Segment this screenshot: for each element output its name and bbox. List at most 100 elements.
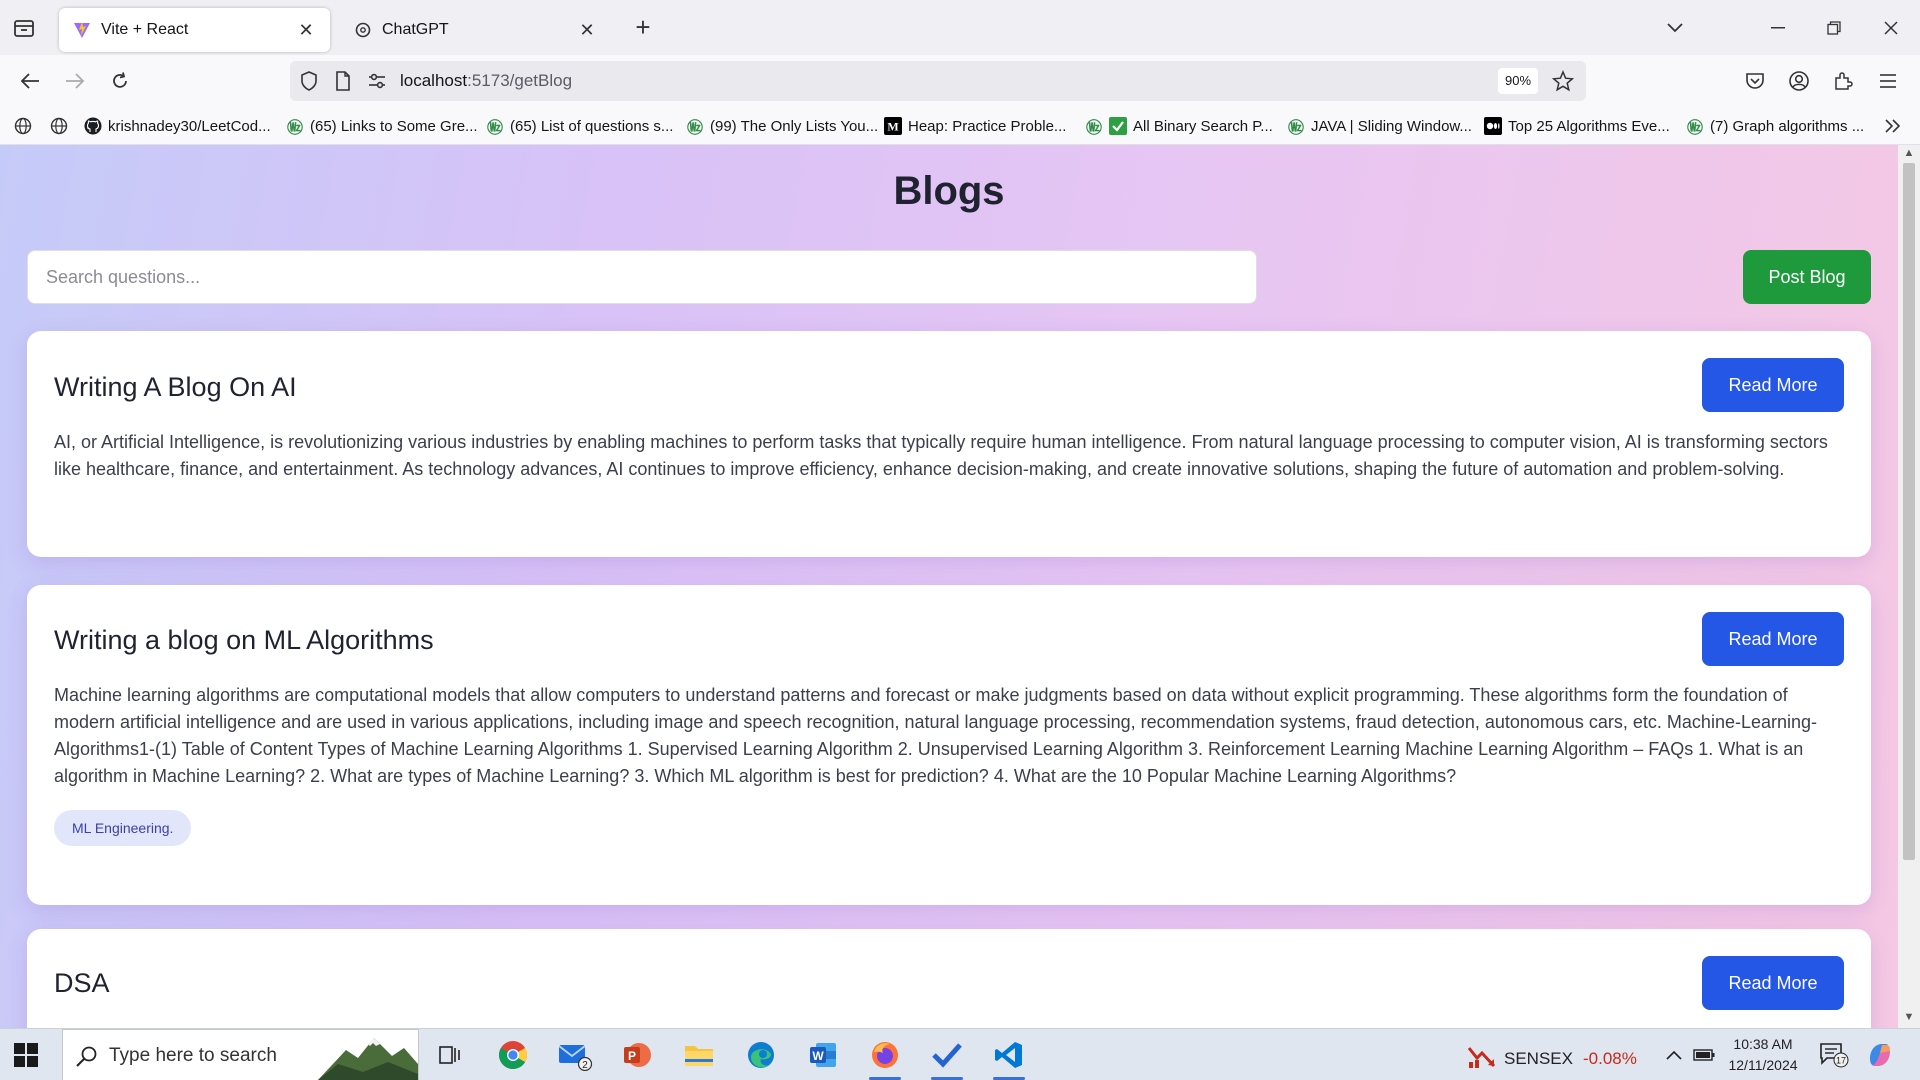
todo-checkmark-icon[interactable]: [927, 1035, 967, 1080]
chevron-down-icon[interactable]: [1660, 14, 1690, 42]
tab-title: Vite + React: [101, 21, 189, 38]
github-icon: [84, 117, 102, 135]
bookmarks-bar: krishnadey30/LeetCod... 🄮 (65) Links to …: [0, 107, 1920, 145]
read-more-button[interactable]: Read More: [1702, 358, 1844, 412]
post-blog-button[interactable]: Post Blog: [1743, 250, 1871, 304]
page-icon[interactable]: [332, 70, 354, 92]
gfg-icon: 🄮: [286, 120, 303, 137]
scroll-up-icon[interactable]: ▲: [1902, 147, 1916, 161]
bookmark-label: krishnadey30/LeetCod...: [108, 117, 271, 135]
tab-title: ChatGPT: [382, 21, 449, 38]
menu-icon[interactable]: [1875, 68, 1901, 94]
medium-icon: M: [884, 117, 902, 135]
vite-icon: [73, 21, 91, 39]
close-window-icon[interactable]: [1876, 14, 1906, 42]
scroll-down-icon[interactable]: ▼: [1902, 1011, 1916, 1025]
gfg-icon: 🄮: [486, 120, 503, 137]
notification-count: 17: [1836, 1056, 1846, 1066]
sensex-widget[interactable]: SENSEX -0.08%: [1467, 1044, 1637, 1073]
bookmark-label: Heap: Practice Proble...: [908, 117, 1067, 135]
bookmark-item[interactable]: 🄮 (65) Links to Some Gre...: [286, 115, 478, 138]
blog-card: Writing A Blog On AI Read More AI, or Ar…: [27, 331, 1871, 557]
extensions-icon[interactable]: [1830, 68, 1856, 94]
bookmark-label: All Binary Search P...: [1133, 117, 1273, 135]
tab-chatgpt[interactable]: ChatGPT ✕: [340, 8, 611, 52]
reload-icon[interactable]: [107, 68, 133, 94]
read-more-button[interactable]: Read More: [1702, 612, 1844, 666]
chevron-up-icon[interactable]: [1664, 1043, 1684, 1067]
vscode-icon[interactable]: [989, 1035, 1029, 1080]
bookmark-label: JAVA | Sliding Window...: [1311, 117, 1472, 135]
restore-icon[interactable]: [1819, 14, 1849, 42]
blog-tag: ML Engineering.: [54, 810, 192, 846]
back-icon[interactable]: [17, 68, 43, 94]
bookmark-item[interactable]: 🄮 JAVA | Sliding Window...: [1287, 115, 1472, 138]
close-tab-icon[interactable]: ✕: [296, 20, 316, 40]
bookmark-item[interactable]: Top 25 Algorithms Eve...: [1484, 115, 1670, 137]
copilot-icon[interactable]: [1864, 1043, 1896, 1067]
tab-vite-react[interactable]: Vite + React ✕: [59, 8, 330, 52]
chrome-icon[interactable]: [493, 1035, 533, 1075]
new-tab-button[interactable]: +: [630, 14, 656, 41]
stock-chart-icon: [1467, 1044, 1496, 1073]
bookmark-globe-1[interactable]: [14, 115, 38, 137]
taskbar-search-placeholder: Type here to search: [109, 1045, 277, 1066]
minimize-icon[interactable]: [1763, 14, 1793, 42]
edge-icon[interactable]: [741, 1035, 781, 1075]
svg-text:P: P: [628, 1049, 636, 1063]
blog-title: DSA: [54, 968, 110, 998]
forward-icon[interactable]: [62, 68, 88, 94]
tab-bar: Vite + React ✕ ChatGPT ✕ +: [0, 0, 1920, 55]
taskbar-search[interactable]: Type here to search: [62, 1029, 419, 1080]
mail-icon[interactable]: 2: [555, 1035, 595, 1075]
gfg-icon: 🄮: [1287, 120, 1304, 137]
taskbar: Type here to search 2 P W SENSEX -0.08%: [0, 1028, 1920, 1080]
bookmark-item[interactable]: 🄮 All Binary Search P...: [1085, 115, 1273, 137]
gfg-icon: 🄮: [1686, 120, 1703, 137]
sensex-value: -0.08%: [1582, 1048, 1637, 1068]
gfg-icon: 🄮: [1085, 120, 1102, 137]
svg-text:M: M: [887, 120, 898, 134]
bookmark-star-icon[interactable]: [1552, 70, 1574, 92]
mail-badge: 2: [582, 1060, 588, 1071]
system-clock[interactable]: 10:38 AM 12/11/2024: [1722, 1034, 1804, 1076]
read-more-button[interactable]: Read More: [1702, 956, 1844, 1010]
more-bookmarks-icon[interactable]: [1884, 115, 1902, 137]
zoom-level[interactable]: 90%: [1498, 68, 1539, 94]
blog-title: Writing a blog on ML Algorithms: [54, 625, 434, 655]
file-explorer-icon[interactable]: [679, 1035, 719, 1075]
firefox-icon[interactable]: [865, 1035, 905, 1080]
bookmark-item[interactable]: M Heap: Practice Proble...: [884, 115, 1066, 137]
blog-title: Writing A Blog On AI: [54, 372, 297, 402]
url-bar[interactable]: localhost:5173/getBlog 90%: [290, 61, 1586, 101]
bookmark-item[interactable]: 🄮 (65) List of questions s...: [486, 115, 673, 138]
shield-icon[interactable]: [298, 70, 320, 92]
notification-icon[interactable]: 17: [1818, 1043, 1850, 1068]
close-tab-icon[interactable]: ✕: [577, 20, 597, 40]
url-host: localhost: [400, 71, 468, 90]
site-permissions-icon[interactable]: [366, 70, 388, 92]
search-input[interactable]: [27, 250, 1257, 304]
search-icon: [75, 1044, 99, 1068]
bookmark-globe-2[interactable]: [50, 115, 74, 137]
scroll-thumb[interactable]: [1903, 163, 1915, 860]
url-text[interactable]: localhost:5173/getBlog: [400, 71, 572, 91]
globe-icon: [14, 117, 32, 135]
bookmark-item[interactable]: 🄮 (99) The Only Lists You...: [686, 115, 878, 138]
url-path: :5173/getBlog: [467, 71, 573, 90]
bookmark-item[interactable]: krishnadey30/LeetCod...: [84, 115, 271, 137]
bookmark-label: Top 25 Algorithms Eve...: [1508, 117, 1670, 135]
navigation-bar: localhost:5173/getBlog 90%: [0, 55, 1920, 107]
windows-start-icon[interactable]: [14, 1043, 38, 1067]
blog-body: Machine learning algorithms are computat…: [54, 685, 1818, 786]
tab-list-icon[interactable]: [12, 17, 36, 39]
task-view-icon[interactable]: [430, 1035, 470, 1075]
powerpoint-icon[interactable]: P: [617, 1035, 657, 1075]
pocket-icon[interactable]: [1742, 68, 1768, 94]
word-icon[interactable]: W: [803, 1035, 843, 1075]
battery-icon[interactable]: [1692, 1043, 1716, 1067]
account-icon[interactable]: [1786, 68, 1812, 94]
bookmark-item[interactable]: 🄮 (7) Graph algorithms ...: [1686, 115, 1864, 138]
page-title: Blogs: [893, 169, 1005, 213]
page-scrollbar[interactable]: ▲ ▼: [1898, 145, 1920, 1028]
